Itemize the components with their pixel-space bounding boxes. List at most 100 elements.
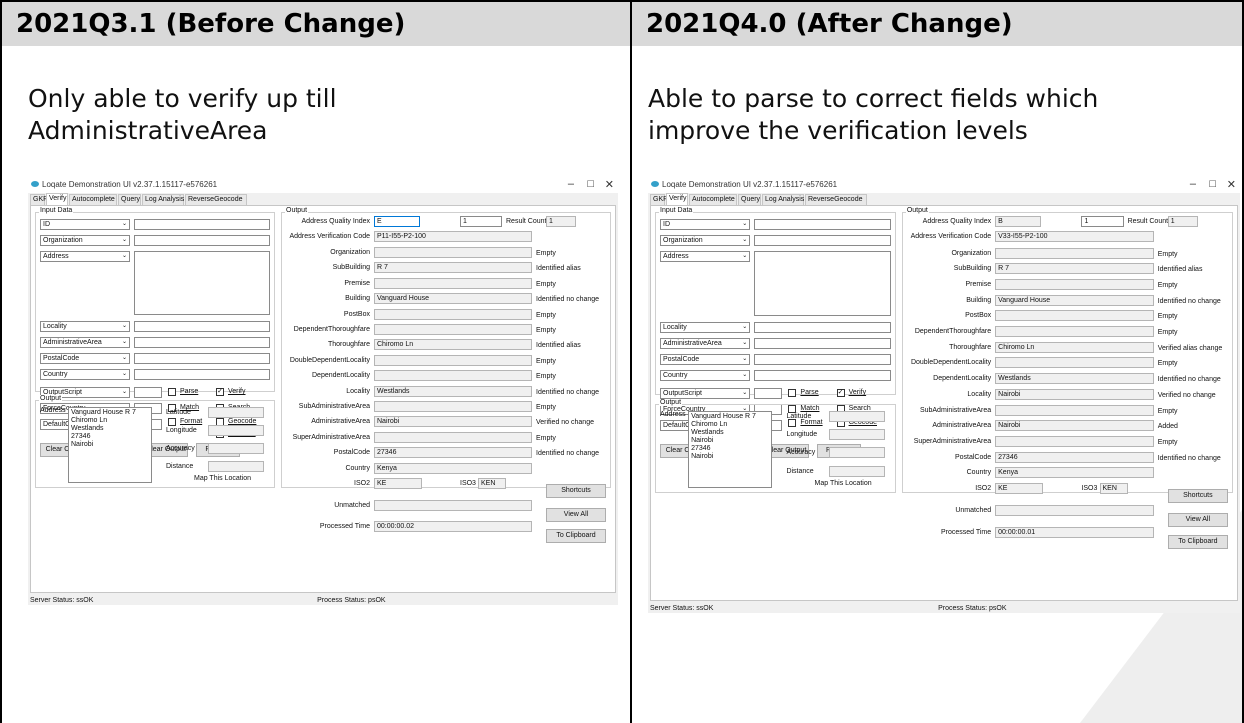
output-field-label: Thoroughfare (949, 343, 992, 351)
parse-checkbox[interactable] (788, 389, 797, 398)
output-field-label: PostBox (343, 310, 370, 318)
table-divider (630, 0, 632, 723)
column-header-after: 2021Q4.0 (After Change) (632, 2, 1242, 46)
unmatched-value (374, 499, 532, 511)
longitude-value (828, 429, 885, 441)
output-script-field-select[interactable]: OutputScript ⌄ (660, 388, 751, 400)
verify-checkbox[interactable]: ✓ (836, 389, 845, 398)
tab-verify[interactable]: Verify (46, 193, 68, 205)
column-header-before: 2021Q3.1 (Before Change) (2, 2, 630, 46)
tab-autocomplete[interactable]: Autocomplete (689, 194, 737, 205)
address-field-select[interactable]: Address ⌄ (660, 251, 751, 262)
iso3-label: ISO3 (460, 480, 476, 487)
geo-output-group-title: Output (659, 398, 683, 406)
address-field-select[interactable]: Address ⌄ (40, 251, 130, 262)
field-select-label: ID (43, 221, 50, 228)
close-button[interactable]: ✕ (605, 178, 614, 191)
locality-input[interactable] (134, 321, 270, 332)
output-field-label: Building (345, 295, 370, 303)
output-script-input[interactable] (754, 388, 783, 400)
field-select-label: Locality (43, 323, 67, 330)
output-field-label: PostalCode (333, 449, 370, 457)
tab-reversegeocode[interactable]: ReverseGeocode (805, 194, 867, 205)
tab-gkr[interactable]: GKR (30, 194, 48, 205)
organization-field-select[interactable]: Organization ⌄ (40, 235, 130, 246)
id-input[interactable] (754, 219, 891, 230)
output-field-value: Kenya (995, 467, 1154, 479)
address-textarea[interactable] (754, 251, 891, 317)
postal-code-input[interactable] (134, 353, 270, 364)
organization-input[interactable] (134, 235, 270, 246)
output-field-status: Empty (536, 404, 556, 411)
locality-input[interactable] (754, 322, 891, 334)
description-line: Only able to verify up till (28, 84, 337, 113)
minimize-button[interactable]: – (1190, 178, 1196, 190)
tab-query[interactable]: Query (118, 194, 141, 205)
shortcuts-button[interactable]: Shortcuts (546, 484, 606, 498)
postal-code-field-select[interactable]: PostalCode ⌄ (40, 353, 130, 364)
administrative-area-field-select[interactable]: AdministrativeArea ⌄ (660, 338, 751, 350)
chevron-down-icon: ⌄ (121, 253, 127, 259)
output-field-value (995, 326, 1154, 338)
country-field-select[interactable]: Country ⌄ (660, 370, 751, 382)
view-all-button[interactable]: View All (1167, 512, 1228, 527)
address-textarea[interactable] (134, 251, 270, 315)
id-input[interactable] (134, 219, 270, 230)
avc-value: V33-I55-P2-100 (995, 231, 1154, 243)
screenshot-after: Loqate Demonstration UI v2.37.1.15117-e5… (648, 177, 1240, 613)
status-bar: Server Status: ssOK Process Status: psOK (28, 593, 618, 605)
country-field-select[interactable]: Country ⌄ (40, 369, 130, 380)
country-input[interactable] (134, 369, 270, 380)
postal-code-input[interactable] (754, 354, 891, 366)
geo-output-group-title: Output (39, 395, 63, 402)
country-input[interactable] (754, 370, 891, 382)
aqi-numeric-spinner[interactable]: 1 (1081, 216, 1124, 227)
administrative-area-input[interactable] (754, 338, 891, 350)
chevron-down-icon: ⌄ (742, 356, 748, 363)
accuracy-label: Accuracy (166, 445, 195, 452)
maximize-button[interactable]: □ (587, 178, 594, 190)
organization-field-select[interactable]: Organization ⌄ (660, 235, 751, 246)
output-field-label: SubBuilding (332, 264, 370, 272)
map-this-location-link[interactable]: Map This Location (815, 480, 872, 487)
close-button[interactable]: ✕ (1227, 178, 1236, 191)
locality-field-select[interactable]: Locality ⌄ (660, 322, 751, 334)
tab-log-analysis[interactable]: Log Analysis (142, 194, 184, 205)
tab-log-analysis[interactable]: Log Analysis (762, 194, 804, 205)
map-this-location-link[interactable]: Map This Location (194, 475, 251, 482)
shortcuts-button[interactable]: Shortcuts (1167, 488, 1228, 503)
tab-reversegeocode[interactable]: ReverseGeocode (185, 194, 247, 205)
maximize-button[interactable]: □ (1209, 178, 1216, 190)
id-field-select[interactable]: ID ⌄ (40, 219, 130, 230)
verify-option-label: Verify (228, 388, 246, 395)
longitude-label: Longitude (166, 427, 197, 434)
unmatched-label: Unmatched (955, 506, 992, 514)
minimize-button[interactable]: – (568, 178, 574, 190)
parse-checkbox[interactable] (168, 388, 176, 396)
administrative-area-field-select[interactable]: AdministrativeArea ⌄ (40, 337, 130, 348)
field-select-label: Country (663, 372, 688, 380)
tab-autocomplete[interactable]: Autocomplete (69, 194, 117, 205)
iso3-value: KEN (478, 478, 506, 489)
administrative-area-input[interactable] (134, 337, 270, 348)
id-field-select[interactable]: ID ⌄ (660, 219, 751, 230)
output-field-value: Vanguard House (995, 294, 1154, 306)
locality-field-select[interactable]: Locality ⌄ (40, 321, 130, 332)
output-field-value (374, 247, 532, 258)
tab-verify[interactable]: Verify (666, 193, 688, 205)
tab-gkr[interactable]: GKR (650, 194, 668, 205)
view-all-button[interactable]: View All (546, 507, 606, 522)
chevron-down-icon: ⌄ (742, 340, 748, 347)
result-count-label: Result Count (506, 218, 547, 225)
to-clipboard-button[interactable]: To Clipboard (546, 529, 606, 544)
tab-query[interactable]: Query (738, 194, 761, 205)
aqi-numeric-spinner[interactable]: 1 (460, 216, 502, 227)
organization-input[interactable] (754, 235, 891, 246)
input-data-group-title: Input Data (659, 207, 694, 214)
to-clipboard-button[interactable]: To Clipboard (1167, 534, 1228, 549)
output-script-input[interactable] (134, 387, 162, 398)
verify-checkbox[interactable]: ✓ (216, 388, 224, 396)
result-count-value: 1 (1167, 216, 1198, 227)
output-field-label: Organization (951, 249, 992, 257)
postal-code-field-select[interactable]: PostalCode ⌄ (660, 354, 751, 366)
